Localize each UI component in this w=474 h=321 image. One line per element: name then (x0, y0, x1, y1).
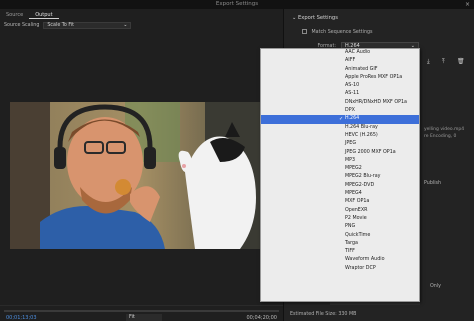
format-option[interactable]: H.264 Blu-ray (261, 124, 419, 132)
in-timecode[interactable]: 00;01;13;03 (6, 315, 37, 321)
checkmark-icon: ✓ (339, 116, 344, 123)
import-preset-icon[interactable]: ⤒ (442, 58, 445, 66)
source-scaling-row: Source Scaling Scale To Fit ⌄ (4, 22, 132, 29)
chevron-down-icon: ⌄ (123, 23, 128, 28)
save-preset-icon[interactable]: ⤓ (427, 58, 430, 66)
preview-tabs: Source Output (0, 11, 59, 19)
format-option[interactable]: PNG (261, 223, 419, 231)
format-option-label: AS-10 (345, 83, 360, 89)
video-frame-image (10, 102, 270, 249)
format-option[interactable]: Targa (261, 240, 419, 248)
format-option[interactable]: QuickTime (261, 232, 419, 240)
match-sequence-checkbox[interactable] (302, 29, 307, 34)
format-option-label: MXF OP1a (345, 199, 370, 205)
format-option-label: AS-11 (345, 91, 360, 97)
format-option-label: MPEG2 Blu-ray (345, 174, 381, 180)
timeline-bar: 00;01;13;03 Fit 00;04;20;00 (0, 305, 283, 321)
match-sequence-row[interactable]: Match Sequence Settings (302, 29, 373, 35)
match-sequence-label: Match Sequence Settings (311, 30, 373, 35)
only-label: Only (430, 284, 441, 289)
format-option-label: P2 Movie (345, 215, 367, 221)
format-option-label: Apple ProRes MXF OP1a (345, 74, 403, 80)
format-option[interactable]: MP3 (261, 157, 419, 165)
format-option[interactable]: Wraptor DCP (261, 265, 419, 273)
format-option[interactable]: Animated GIF (261, 66, 419, 74)
format-option[interactable]: ✓ H.264 (261, 115, 419, 124)
format-option-label: MPEG2 (345, 166, 362, 172)
format-option-label: PNG (345, 224, 356, 230)
source-scaling-value: Scale To Fit (47, 23, 75, 28)
format-option[interactable]: OpenEXR (261, 207, 419, 215)
format-option-label: MPEG2-DVD (345, 182, 375, 188)
format-option[interactable]: JPEG (261, 140, 419, 148)
format-option[interactable]: DPX (261, 107, 419, 115)
format-option-label: JPEG 2000 MXF OP1a (345, 149, 396, 155)
format-option-label: DNxHR/DNxHD MXF OP1a (345, 99, 407, 105)
format-option[interactable]: TIFF (261, 248, 419, 256)
close-icon[interactable]: × (465, 0, 470, 9)
format-option[interactable]: HEVC (H.265) (261, 132, 419, 140)
format-option-label: MP3 (345, 157, 356, 163)
format-option[interactable]: Apple ProRes MXF OP1a (261, 74, 419, 82)
window-title: Export Settings (215, 1, 259, 7)
tab-output[interactable]: Output (29, 11, 59, 19)
estimated-label: Estimated File Size: (290, 312, 337, 317)
video-preview (10, 102, 270, 249)
preview-panel: Source Output Source Scaling Scale To Fi… (0, 9, 283, 321)
summary-output-text: yelling video.mp4 (424, 127, 465, 132)
tab-publish[interactable]: Publish (424, 181, 441, 186)
format-option[interactable]: AAC Audio (261, 49, 419, 57)
format-option-label: Animated GIF (345, 66, 378, 72)
format-option-label: Waveform Audio (345, 257, 385, 263)
format-option[interactable]: MPEG2 Blu-ray (261, 173, 419, 181)
export-settings-title: Export Settings (298, 15, 338, 21)
fit-select[interactable]: Fit (126, 314, 162, 321)
format-option-label: AIFF (345, 58, 356, 64)
timeline-scrubber[interactable] (4, 310, 279, 312)
source-scaling-label: Source Scaling (4, 23, 40, 28)
format-options-list: AAC Audio AIFF Animated GIF Apple ProRes MX… (261, 49, 419, 273)
out-timecode: 00;04;20;00 (246, 315, 277, 321)
format-option[interactable]: P2 Movie (261, 215, 419, 223)
format-dropdown-menu: AAC Audio AIFF Animated GIF Apple ProRes MX… (260, 48, 420, 302)
estimated-value: 330 MB (338, 312, 357, 317)
window-titlebar: Export Settings × (0, 0, 474, 9)
format-option[interactable]: JPEG 2000 MXF OP1a (261, 149, 419, 157)
format-option-label: DPX (345, 108, 355, 114)
export-settings-header[interactable]: ⌄ Export Settings (292, 15, 338, 21)
format-option[interactable]: AS-11 (261, 90, 419, 98)
format-option-label: JPEG (345, 141, 357, 147)
format-option[interactable]: MPEG2 (261, 165, 419, 173)
delete-preset-icon[interactable]: 🗑 (457, 58, 465, 65)
format-option-label: TIFF (345, 249, 355, 255)
format-option-label: QuickTime (345, 232, 371, 238)
fit-value: Fit (129, 314, 135, 320)
format-option[interactable]: AIFF (261, 57, 419, 65)
tab-source[interactable]: Source (0, 11, 29, 19)
format-option[interactable]: MXF OP1a (261, 198, 419, 206)
format-option-label: H.264 (345, 116, 360, 122)
format-option[interactable]: Waveform Audio (261, 256, 419, 264)
format-option-label: MPEG4 (345, 191, 362, 197)
format-option[interactable]: AS-10 (261, 82, 419, 90)
format-option[interactable]: DNxHR/DNxHD MXF OP1a (261, 99, 419, 107)
format-option-label: AAC Audio (345, 50, 371, 55)
format-option-label: OpenEXR (345, 207, 368, 213)
estimated-size: Estimated File Size: 330 MB (290, 312, 356, 317)
format-option[interactable]: MPEG4 (261, 190, 419, 198)
format-option[interactable]: MPEG2-DVD (261, 182, 419, 190)
source-scaling-select[interactable]: Scale To Fit ⌄ (43, 22, 132, 29)
format-option-label: Wraptor DCP (345, 265, 376, 271)
format-option-label: Targa (345, 240, 358, 246)
format-option-label: H.264 Blu-ray (345, 124, 378, 130)
format-option-label: HEVC (H.265) (345, 132, 378, 138)
summary-output-text2: re Encoding, 0 (424, 134, 457, 139)
